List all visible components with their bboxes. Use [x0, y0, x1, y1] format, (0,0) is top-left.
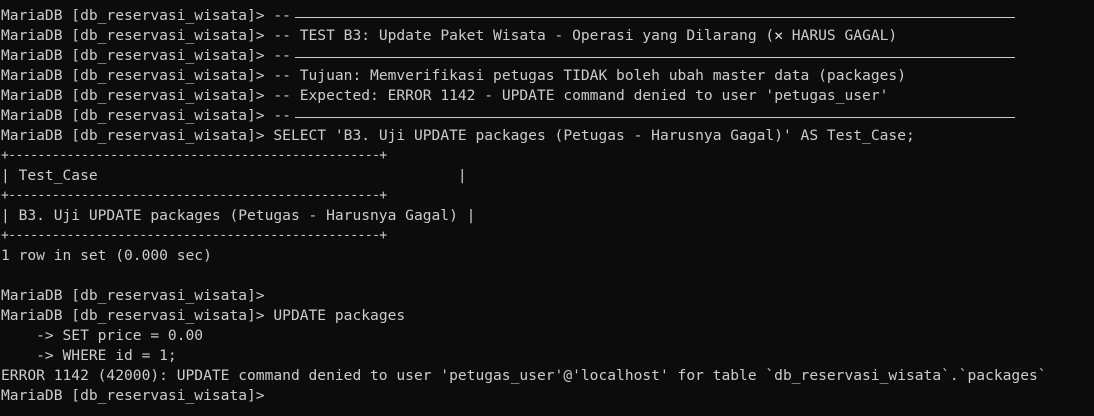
- comment-text: --: [264, 107, 291, 124]
- error-line: ERROR 1142 (42000): UPDATE command denie…: [0, 366, 1094, 386]
- sql-continuation: -> WHERE id = 1;: [1, 347, 177, 364]
- row-count-text: 1 row in set (0.000 sec): [1, 247, 212, 264]
- prompt: MariaDB [db_reservasi_wisata]>: [1, 7, 265, 24]
- table-header-text: | Test_Case |: [1, 167, 467, 184]
- continuation-line: -> SET price = 0.00: [0, 326, 1094, 346]
- prompt: MariaDB [db_reservasi_wisata]>: [1, 27, 265, 44]
- comment-text: -- Tujuan: Memverifikasi petugas TIDAK b…: [264, 67, 906, 84]
- comment-text: HARUS GAGAL): [783, 27, 898, 44]
- terminal-line: MariaDB [db_reservasi_wisata]> -- Expect…: [0, 86, 1094, 106]
- prompt: MariaDB [db_reservasi_wisata]>: [1, 107, 265, 124]
- terminal-line: MariaDB [db_reservasi_wisata]>: [0, 286, 1094, 306]
- terminal-line: MariaDB [db_reservasi_wisata]> -- TEST B…: [0, 26, 1094, 46]
- terminal-line: MariaDB [db_reservasi_wisata]> --: [0, 46, 1094, 66]
- comment-text: --: [264, 7, 291, 24]
- prompt: MariaDB [db_reservasi_wisata]>: [1, 67, 265, 84]
- result-summary: 1 row in set (0.000 sec): [0, 246, 1094, 266]
- sql-continuation: -> SET price = 0.00: [1, 327, 204, 344]
- prompt: MariaDB [db_reservasi_wisata]>: [1, 287, 265, 304]
- table-border: +---------------------------------------…: [0, 146, 1094, 166]
- terminal-line: MariaDB [db_reservasi_wisata]> SELECT 'B…: [0, 126, 1094, 146]
- error-message: ERROR 1142 (42000): UPDATE command denie…: [1, 367, 1047, 384]
- prompt: MariaDB [db_reservasi_wisata]>: [1, 47, 265, 64]
- comment-text: -- TEST B3: Update Paket Wisata - Operas…: [264, 27, 775, 44]
- terminal-line: MariaDB [db_reservasi_wisata]> --: [0, 106, 1094, 126]
- sql-command: UPDATE packages: [264, 307, 406, 324]
- comment-text: -- Expected: ERROR 1142 - UPDATE command…: [264, 87, 889, 104]
- table-border-text: +---------------------------------------…: [1, 148, 387, 163]
- comment-divider: [294, 116, 1015, 118]
- table-header-row: | Test_Case |: [0, 166, 1094, 186]
- prompt: MariaDB [db_reservasi_wisata]>: [1, 307, 265, 324]
- terminal-line: MariaDB [db_reservasi_wisata]> --: [0, 6, 1094, 26]
- terminal-input-line[interactable]: MariaDB [db_reservasi_wisata]>: [0, 386, 1094, 406]
- table-border-text: +---------------------------------------…: [1, 188, 387, 203]
- sql-command: SELECT 'B3. Uji UPDATE packages (Petugas…: [264, 127, 915, 144]
- comment-text: --: [264, 47, 291, 64]
- prompt: MariaDB [db_reservasi_wisata]>: [1, 127, 265, 144]
- table-row: | B3. Uji UPDATE packages (Petugas - Har…: [0, 206, 1094, 226]
- table-cell-text: | B3. Uji UPDATE packages (Petugas - Har…: [1, 207, 476, 224]
- table-border: +---------------------------------------…: [0, 226, 1094, 246]
- terminal-window[interactable]: MariaDB [db_reservasi_wisata]> -- MariaD…: [0, 0, 1094, 416]
- table-border-text: +---------------------------------------…: [1, 228, 387, 243]
- terminal-line: MariaDB [db_reservasi_wisata]> -- Tujuan…: [0, 66, 1094, 86]
- terminal-line: MariaDB [db_reservasi_wisata]> UPDATE pa…: [0, 306, 1094, 326]
- cross-mark-icon: ✕: [774, 27, 783, 44]
- prompt: MariaDB [db_reservasi_wisata]>: [1, 87, 265, 104]
- continuation-line: -> WHERE id = 1;: [0, 346, 1094, 366]
- comment-divider: [294, 16, 1015, 18]
- table-border: +---------------------------------------…: [0, 186, 1094, 206]
- prompt: MariaDB [db_reservasi_wisata]>: [1, 387, 265, 404]
- comment-divider: [294, 56, 1015, 58]
